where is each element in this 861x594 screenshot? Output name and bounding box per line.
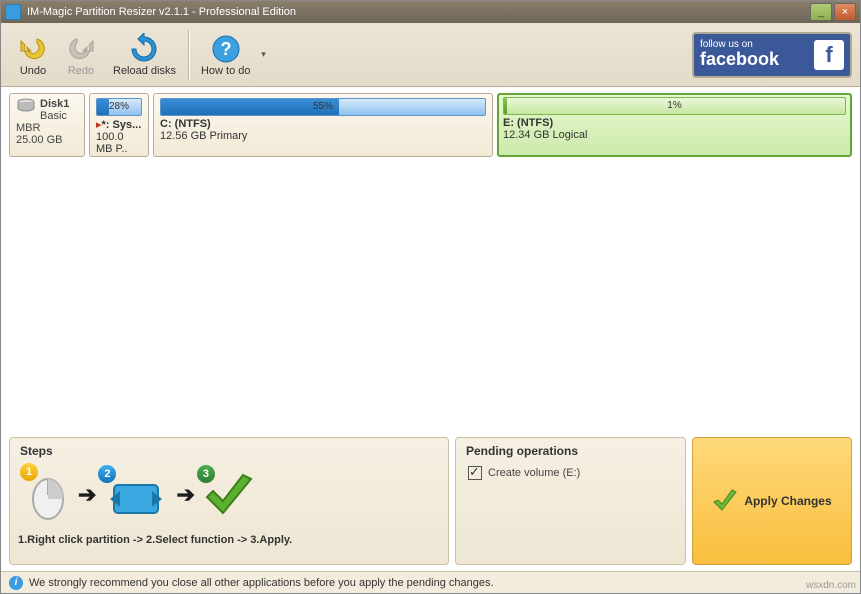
app-window: IM-Magic Partition Resizer v2.1.1 - Prof… (0, 0, 861, 594)
apply-label: Apply Changes (744, 494, 831, 508)
steps-title: Steps (10, 438, 448, 460)
how-to-button[interactable]: ? How to do (193, 26, 259, 84)
close-button[interactable]: × (834, 3, 856, 21)
redo-label: Redo (68, 65, 94, 77)
partition-system[interactable]: 28% ▸*: Sys... 100.0 MB P.. (89, 93, 149, 157)
titlebar[interactable]: IM-Magic Partition Resizer v2.1.1 - Prof… (1, 1, 860, 23)
toolbar-separator (188, 30, 189, 80)
app-icon (5, 4, 21, 20)
facebook-text: follow us on facebook (700, 39, 779, 70)
disk-row: Disk1 Basic MBR 25.00 GB 28% ▸*: Sys... … (9, 93, 852, 157)
redo-button: Redo (57, 26, 105, 84)
step-1-icon: 1 (26, 469, 70, 521)
pending-card: Pending operations Create volume (E:) (455, 437, 686, 565)
help-icon: ? (210, 33, 242, 65)
bottom-panel: Steps 1 ➔ 2 ➔ 3 1.Right click partition … (1, 431, 860, 571)
status-text: We strongly recommend you close all othe… (29, 577, 494, 589)
disk-info-box[interactable]: Disk1 Basic MBR 25.00 GB (9, 93, 85, 157)
step-2-icon: 2 (104, 471, 168, 519)
steps-footer: 1.Right click partition -> 2.Select func… (10, 530, 448, 550)
disk-icon (16, 98, 36, 112)
disk-type: Basic MBR (16, 110, 67, 134)
checkbox-icon (468, 466, 482, 480)
disk-area: Disk1 Basic MBR 25.00 GB 28% ▸*: Sys... … (1, 87, 860, 431)
info-icon: i (9, 576, 23, 590)
howto-label: How to do (201, 65, 251, 77)
arrow-icon: ➔ (176, 482, 194, 508)
reload-icon (128, 33, 160, 65)
steps-card: Steps 1 ➔ 2 ➔ 3 1.Right click partition … (9, 437, 449, 565)
redo-icon (65, 33, 97, 65)
how-to-dropdown[interactable]: ▾ (259, 49, 269, 60)
disk-name: Disk1 (40, 98, 69, 110)
minimize-button[interactable]: _ (810, 3, 832, 21)
undo-button[interactable]: Undo (9, 26, 57, 84)
toolbar: Undo Redo Reload disks ? How to do ▾ fol… (1, 23, 860, 87)
disk-size: 25.00 GB (16, 134, 62, 146)
partition-e-selected[interactable]: 1% E: (NTFS) 12.34 GB Logical (497, 93, 852, 157)
status-bar: i We strongly recommend you close all ot… (1, 571, 860, 593)
svg-text:?: ? (220, 39, 231, 59)
window-title: IM-Magic Partition Resizer v2.1.1 - Prof… (27, 6, 808, 18)
undo-icon (17, 33, 49, 65)
watermark: wsxdn.com (806, 580, 856, 591)
apply-changes-button[interactable]: Apply Changes (692, 437, 852, 565)
undo-label: Undo (20, 65, 46, 77)
facebook-icon: f (814, 40, 844, 70)
reload-label: Reload disks (113, 65, 176, 77)
pending-op-row[interactable]: Create volume (E:) (456, 460, 685, 486)
partition-c[interactable]: 55% C: (NTFS) 12.56 GB Primary (153, 93, 493, 157)
apply-check-icon (712, 488, 738, 514)
arrow-icon: ➔ (78, 482, 96, 508)
reload-disks-button[interactable]: Reload disks (105, 26, 184, 84)
step-3-icon: 3 (203, 471, 255, 519)
pending-title: Pending operations (456, 438, 685, 460)
pending-op-label: Create volume (E:) (488, 467, 580, 479)
facebook-banner[interactable]: follow us on facebook f (692, 32, 852, 78)
